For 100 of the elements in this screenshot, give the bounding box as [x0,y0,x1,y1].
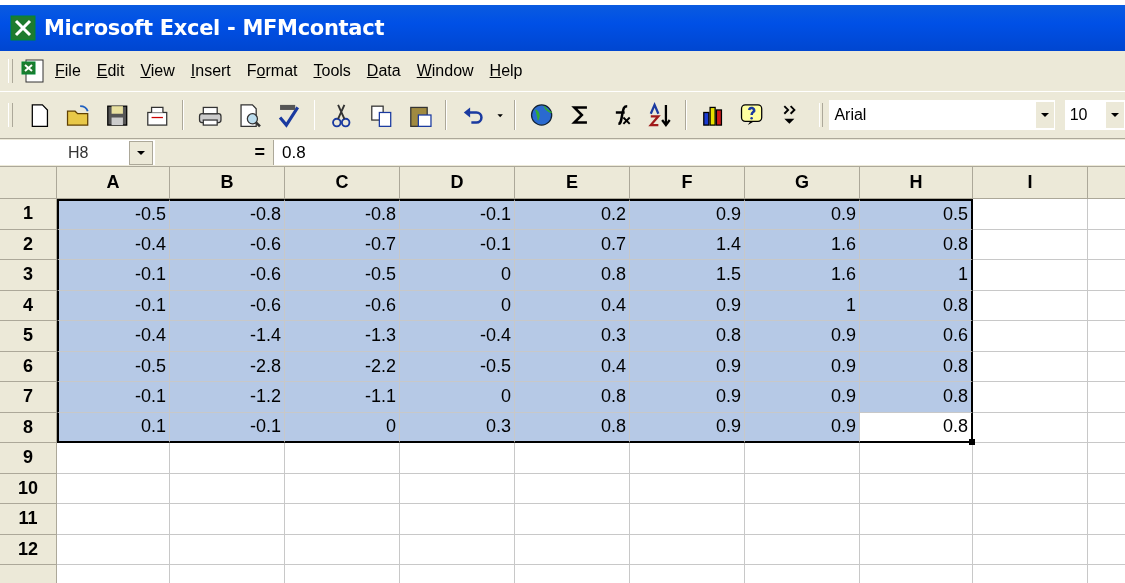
table-cell[interactable] [515,534,630,565]
table-cell[interactable]: 0.9 [745,412,860,443]
font-size-field[interactable]: 10 [1064,100,1125,130]
table-cell[interactable]: 0.3 [515,321,630,352]
table-cell[interactable] [170,534,285,565]
column-header[interactable]: H [860,167,973,199]
table-cell[interactable]: -0.1 [57,290,170,321]
table-cell[interactable] [973,473,1088,504]
row-header[interactable]: 3 [0,260,57,291]
table-cell[interactable] [973,290,1088,321]
table-cell[interactable]: 0.5 [860,199,973,230]
workbook-icon[interactable] [19,57,47,85]
table-cell[interactable]: 0.9 [630,290,745,321]
table-cell[interactable]: 0.8 [860,351,973,382]
table-cell[interactable] [57,443,170,474]
table-cell[interactable]: -0.1 [57,382,170,413]
table-cell[interactable]: 1.6 [745,229,860,260]
table-cell[interactable]: -2.8 [170,351,285,382]
table-cell[interactable] [860,504,973,535]
table-cell[interactable] [285,443,400,474]
globe-icon[interactable] [528,102,555,128]
column-header[interactable]: A [57,167,170,199]
table-cell[interactable]: 0 [400,260,515,291]
row-header[interactable]: 5 [0,321,57,352]
column-header[interactable]: E [515,167,630,199]
table-cell[interactable] [170,443,285,474]
sort-ascending-icon[interactable] [646,102,672,128]
menu-item[interactable]: File [47,59,89,83]
table-cell[interactable] [515,504,630,535]
table-cell[interactable]: 0.9 [630,382,745,413]
table-cell[interactable]: 0.9 [630,199,745,230]
menu-item[interactable]: Format [238,59,306,83]
table-cell[interactable] [745,443,860,474]
menu-item[interactable]: Tools [305,59,359,83]
table-cell[interactable] [285,504,400,535]
table-cell[interactable]: -0.6 [170,229,285,260]
table-cell[interactable]: -1.3 [285,321,400,352]
table-cell[interactable] [745,473,860,504]
table-cell[interactable]: -0.4 [400,321,515,352]
row-header[interactable]: 12 [0,534,57,565]
menu-item[interactable]: Insert [182,59,239,83]
formula-field[interactable]: 0.8 [273,140,1125,165]
table-cell[interactable]: -0.4 [57,229,170,260]
table-cell[interactable]: -0.6 [170,260,285,291]
table-cell[interactable]: 0 [400,290,515,321]
table-cell[interactable] [973,412,1088,443]
row-header[interactable]: 9 [0,443,57,474]
table-cell[interactable]: 1.5 [630,260,745,291]
table-cell[interactable]: -0.8 [170,199,285,230]
table-cell[interactable]: 1.6 [745,260,860,291]
table-cell[interactable] [57,473,170,504]
table-cell[interactable] [515,473,630,504]
table-cell[interactable]: 0.3 [400,412,515,443]
row-header[interactable]: 10 [0,473,57,504]
table-cell[interactable]: 0.9 [630,412,745,443]
table-cell[interactable] [973,534,1088,565]
table-cell[interactable]: 0.7 [515,229,630,260]
table-cell[interactable] [860,534,973,565]
table-cell[interactable]: -0.6 [170,290,285,321]
table-cell[interactable]: -0.7 [285,229,400,260]
table-cell[interactable]: -0.5 [57,199,170,230]
menu-item[interactable]: Window [408,59,482,83]
table-cell[interactable] [973,351,1088,382]
table-cell[interactable]: 0.8 [515,382,630,413]
row-header[interactable]: 8 [0,412,57,443]
table-cell[interactable]: -0.1 [170,412,285,443]
table-cell[interactable] [630,443,745,474]
table-cell[interactable] [285,534,400,565]
table-cell[interactable] [630,534,745,565]
row-header[interactable]: 4 [0,290,57,321]
column-header[interactable]: I [973,167,1088,199]
table-cell[interactable] [400,534,515,565]
table-cell[interactable] [860,473,973,504]
row-header[interactable]: 6 [0,351,57,382]
table-cell[interactable] [973,229,1088,260]
table-cell[interactable]: 0.8 [860,229,973,260]
table-cell[interactable]: -0.4 [57,321,170,352]
name-box[interactable]: H8 [0,140,155,165]
table-cell[interactable]: -0.8 [285,199,400,230]
table-cell[interactable]: 0.9 [630,351,745,382]
table-cell[interactable]: -0.1 [57,260,170,291]
menu-item[interactable]: Data [358,59,409,83]
row-header[interactable]: 2 [0,229,57,260]
row-header[interactable] [0,565,57,583]
table-cell[interactable]: 0.8 [630,321,745,352]
table-cell[interactable]: 0.6 [860,321,973,352]
select-all-button[interactable] [0,167,57,199]
table-cell[interactable]: 0.9 [745,382,860,413]
font-field[interactable]: Arial [829,100,1055,130]
table-cell[interactable]: 0.8 [515,260,630,291]
table-cell[interactable] [400,443,515,474]
table-cell[interactable] [745,504,860,535]
table-cell[interactable]: 0.8 [860,382,973,413]
table-cell[interactable]: -0.6 [285,290,400,321]
table-cell[interactable] [285,473,400,504]
table-cell[interactable]: 0.9 [745,199,860,230]
table-cell[interactable] [973,504,1088,535]
column-header[interactable]: C [285,167,400,199]
table-cell[interactable] [170,473,285,504]
table-cell[interactable]: -2.2 [285,351,400,382]
